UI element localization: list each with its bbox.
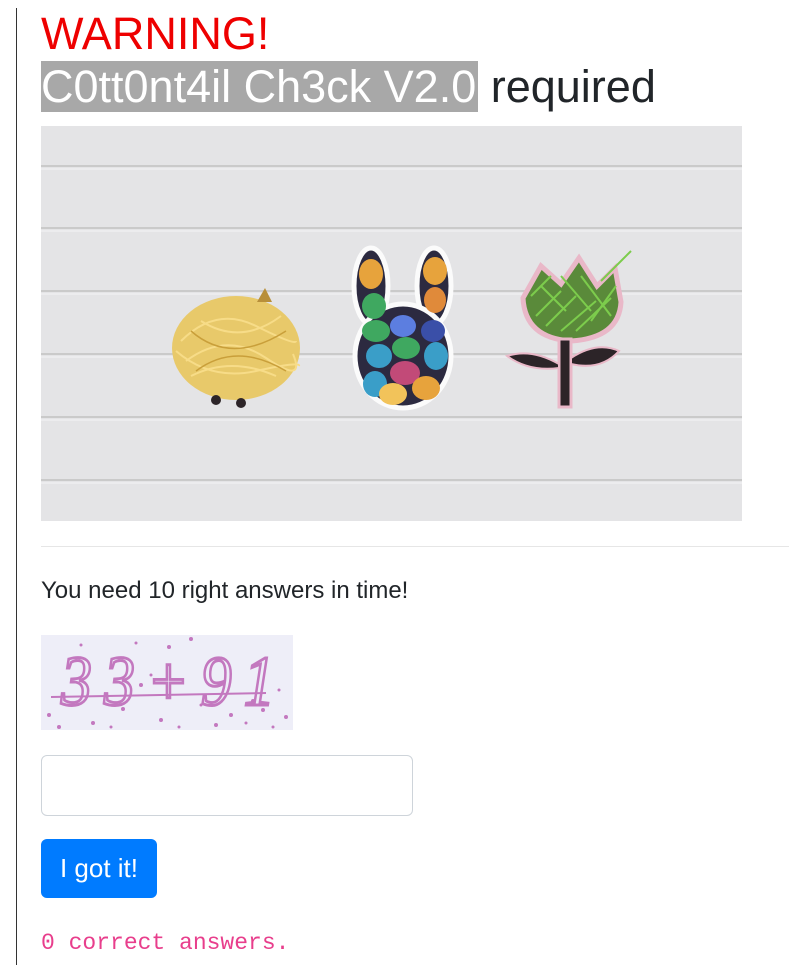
warning-heading: WARNING!	[41, 8, 270, 59]
answer-input[interactable]	[41, 755, 413, 816]
submit-button[interactable]: I got it!	[41, 839, 157, 898]
easter-cookie-cutters-image	[41, 126, 742, 521]
title-highlight: C0tt0nt4il Ch3ck V2.0	[41, 61, 479, 112]
left-border-line	[16, 8, 17, 965]
captcha-text: 33+91	[60, 642, 287, 721]
page-title: C0tt0nt4il Ch3ck V2.0 required	[41, 61, 656, 112]
instruction-text: You need 10 right answers in time!	[41, 577, 409, 604]
captcha-image: 33+91	[41, 635, 293, 730]
section-divider	[41, 546, 789, 547]
title-rest: required	[478, 61, 656, 112]
correct-answers-count: 0 correct answers.	[41, 930, 290, 956]
